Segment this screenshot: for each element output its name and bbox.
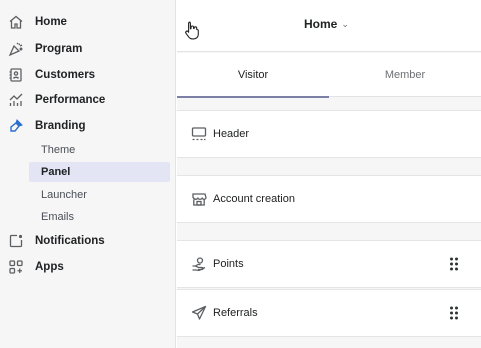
sidebar-item-program[interactable]: Program [0, 38, 170, 60]
section-label: Points [213, 258, 244, 270]
sidebar-subitem-emails[interactable]: Emails [29, 207, 170, 227]
section-label: Referrals [213, 307, 258, 319]
sidebar-item-notifications[interactable]: Notifications [0, 230, 170, 252]
sidebar-item-label: Apps [35, 261, 64, 273]
sidebar-subitem-launcher[interactable]: Launcher [29, 185, 170, 205]
sidebar-item-performance[interactable]: Performance [0, 89, 170, 111]
program-icon [8, 41, 24, 57]
drag-handle-icon[interactable] [449, 257, 459, 271]
section-row-account-creation[interactable]: Account creation [177, 175, 481, 223]
referrals-icon [191, 305, 207, 321]
sidebar-subitem-label: Theme [41, 144, 76, 156]
sidebar-item-label: Branding [35, 120, 86, 132]
sidebar-subitem-theme[interactable]: Theme [29, 140, 170, 160]
audience-tabs: Visitor Member [177, 53, 481, 98]
sidebar-item-label: Performance [35, 94, 106, 106]
store-icon [191, 191, 207, 207]
section-label: Header [213, 128, 250, 140]
sidebar-item-label: Home [35, 16, 67, 28]
sidebar-item-customers[interactable]: Customers [0, 64, 170, 86]
tab-member[interactable]: Member [329, 53, 481, 97]
drag-handle-icon[interactable] [449, 306, 459, 320]
main-panel: Home ⌄ Visitor Member Header Account cre… [177, 0, 481, 348]
sidebar-subitem-label: Panel [41, 166, 71, 178]
apps-icon [8, 259, 24, 275]
branding-icon [8, 118, 24, 134]
header-layout-icon [191, 126, 207, 142]
customers-icon [8, 67, 24, 83]
sidebar-item-label: Customers [35, 69, 96, 81]
sidebar-item-label: Program [35, 43, 83, 55]
home-icon [8, 14, 24, 30]
points-icon [191, 256, 207, 272]
chevron-down-icon: ⌄ [341, 18, 349, 29]
sidebar-subitem-panel[interactable]: Panel [29, 162, 170, 182]
page-select-dropdown[interactable]: Home ⌄ [304, 17, 349, 31]
section-label: Account creation [213, 193, 295, 205]
hand-cursor-icon [183, 20, 201, 40]
sidebar-subitem-label: Launcher [41, 189, 87, 201]
section-row-referrals[interactable]: Referrals [177, 289, 481, 337]
section-row-header[interactable]: Header [177, 110, 481, 158]
sidebar-item-label: Notifications [35, 235, 105, 247]
top-bar: Home ⌄ [177, 0, 481, 52]
sidebar: Home Program Customers Performance Brand… [0, 0, 176, 348]
sidebar-subitem-label: Emails [41, 211, 75, 223]
performance-icon [8, 92, 24, 108]
sidebar-item-home[interactable]: Home [0, 11, 170, 33]
tab-visitor[interactable]: Visitor [177, 53, 329, 98]
section-row-points[interactable]: Points [177, 240, 481, 288]
sidebar-item-branding[interactable]: Branding [0, 115, 170, 137]
page-select-value: Home [304, 17, 338, 31]
sidebar-item-apps[interactable]: Apps [0, 256, 170, 278]
notifications-icon [8, 233, 24, 249]
